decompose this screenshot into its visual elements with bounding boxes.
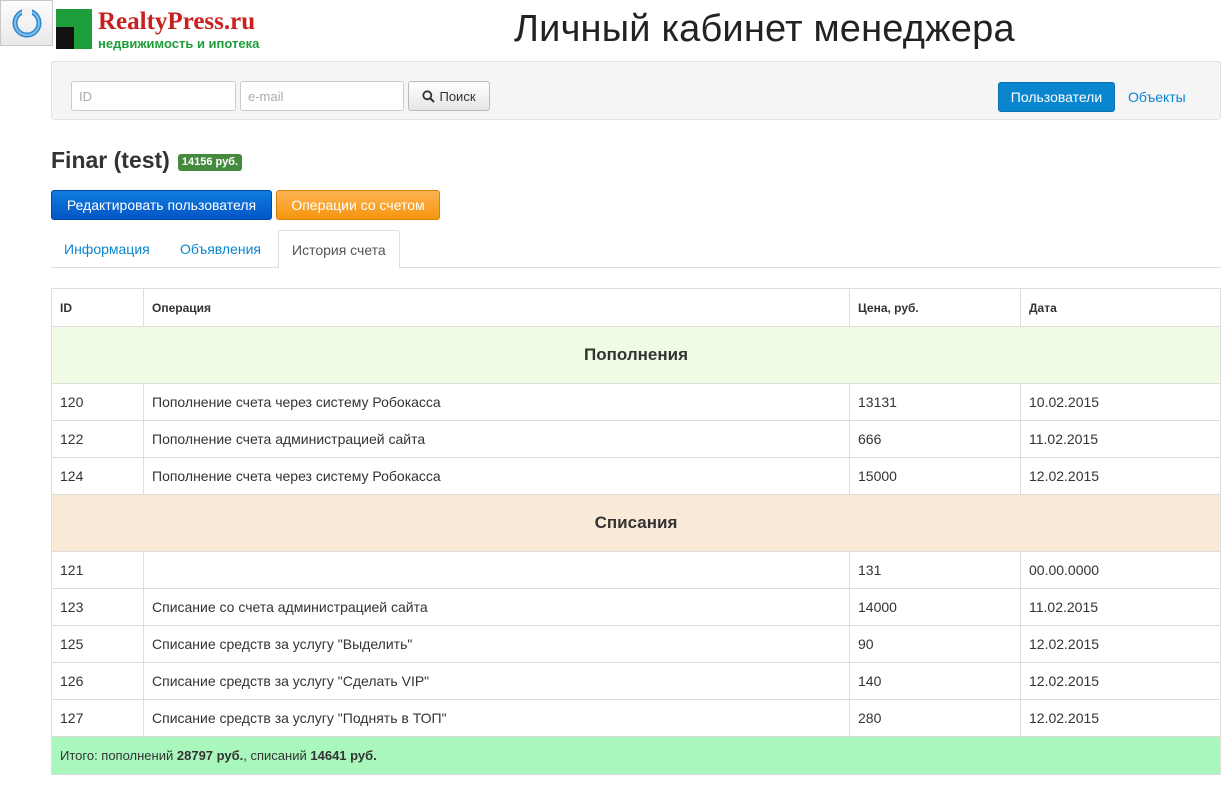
section-debits: Списания — [51, 494, 1221, 552]
cell-price: 280 — [849, 699, 1021, 737]
cell-date: 11.02.2015 — [1020, 420, 1221, 458]
table-row: 122 Пополнение счета администрацией сайт… — [51, 420, 1221, 458]
cell-date: 12.02.2015 — [1020, 625, 1221, 663]
id-search-input[interactable] — [71, 81, 236, 111]
cell-id: 122 — [51, 420, 144, 458]
column-header-operation: Операция — [143, 288, 850, 327]
cell-operation: Списание со счета администрацией сайта — [143, 588, 850, 626]
cell-date: 11.02.2015 — [1020, 588, 1221, 626]
total-debit-sum: 14641 руб. — [310, 748, 377, 763]
section-topups: Пополнения — [51, 326, 1221, 384]
cell-date: 12.02.2015 — [1020, 699, 1221, 737]
cell-price: 13131 — [849, 383, 1021, 421]
browser-app-icon[interactable] — [0, 0, 53, 46]
cell-price: 131 — [849, 551, 1021, 589]
table-header-row: ID Операция Цена, руб. Дата — [51, 288, 1221, 327]
user-name: Finar (test) — [51, 147, 170, 173]
tab-account-history[interactable]: История счета — [278, 230, 400, 269]
table-row: 125 Списание средств за услугу "Выделить… — [51, 625, 1221, 663]
column-header-date: Дата — [1020, 288, 1221, 327]
cell-price: 90 — [849, 625, 1021, 663]
search-button-label: Поиск — [439, 88, 476, 104]
cell-operation: Списание средств за услугу "Выделить" — [143, 625, 850, 663]
top-navbar: Поиск Пользователи Объекты — [51, 61, 1221, 120]
objects-nav-link[interactable]: Объекты — [1128, 89, 1186, 105]
logo-subtitle: недвижимость и ипотека — [98, 36, 260, 51]
table-row: 123 Списание со счета администрацией сай… — [51, 588, 1221, 626]
search-button[interactable]: Поиск — [408, 81, 490, 111]
search-icon — [422, 89, 436, 103]
cell-id: 125 — [51, 625, 144, 663]
table-row: 121 131 00.00.0000 — [51, 551, 1221, 589]
logo-title: RealtyPress.ru — [98, 8, 256, 35]
cell-price: 15000 — [849, 457, 1021, 495]
profile-tabs: Информация Объявления История счета — [51, 230, 1221, 269]
page-heading: Личный кабинет менеджера — [514, 8, 1015, 50]
cell-date: 00.00.0000 — [1020, 551, 1221, 589]
cell-price: 666 — [849, 420, 1021, 458]
cell-price: 140 — [849, 662, 1021, 700]
balance-badge: 14156 руб. — [177, 153, 243, 171]
cell-operation: Пополнение счета через систему Робокасса — [143, 383, 850, 421]
account-operations-button[interactable]: Операции со счетом — [276, 190, 440, 220]
email-search-input[interactable] — [240, 81, 404, 111]
total-row: Итого: пополнений 28797 руб., списаний 1… — [51, 736, 1221, 775]
table-row: 124 Пополнение счета через систему Робок… — [51, 457, 1221, 495]
column-header-price: Цена, руб. — [849, 288, 1021, 327]
cell-operation: Списание средств за услугу "Поднять в ТО… — [143, 699, 850, 737]
tab-information[interactable]: Информация — [51, 230, 163, 268]
cell-date: 12.02.2015 — [1020, 662, 1221, 700]
user-title: Finar (test) 14156 руб. — [51, 147, 243, 174]
logo-mark-icon — [56, 9, 92, 49]
cell-operation: Пополнение счета через систему Робокасса — [143, 457, 850, 495]
account-history-table: ID Операция Цена, руб. Дата Пополнения 1… — [51, 288, 1221, 775]
users-nav-button[interactable]: Пользователи — [998, 82, 1115, 112]
total-prefix: Итого: пополнений — [60, 748, 174, 763]
total-topup-sum: 28797 руб. — [176, 748, 244, 763]
cell-price: 14000 — [849, 588, 1021, 626]
cell-id: 120 — [51, 383, 144, 421]
cell-id: 123 — [51, 588, 144, 626]
cell-operation — [143, 551, 850, 589]
cell-operation: Списание средств за услугу "Сделать VIP" — [143, 662, 850, 700]
section-title-debits: Списания — [51, 494, 1221, 552]
tab-listings[interactable]: Объявления — [167, 230, 274, 268]
section-title-topups: Пополнения — [51, 326, 1221, 384]
cell-operation: Пополнение счета администрацией сайта — [143, 420, 850, 458]
table-row: 120 Пополнение счета через систему Робок… — [51, 383, 1221, 421]
table-row: 126 Списание средств за услугу "Сделать … — [51, 662, 1221, 700]
cell-id: 121 — [51, 551, 144, 589]
total-middle: , списаний — [243, 748, 307, 763]
total-summary: Итого: пополнений 28797 руб., списаний 1… — [51, 736, 1221, 775]
column-header-id: ID — [51, 288, 144, 327]
site-logo[interactable]: RealtyPress.ru недвижимость и ипотека — [56, 9, 259, 52]
refresh-icon — [12, 8, 41, 38]
cell-date: 10.02.2015 — [1020, 383, 1221, 421]
cell-id: 127 — [51, 699, 144, 737]
cell-id: 124 — [51, 457, 144, 495]
cell-date: 12.02.2015 — [1020, 457, 1221, 495]
edit-user-button[interactable]: Редактировать пользователя — [51, 190, 272, 220]
table-row: 127 Списание средств за услугу "Поднять … — [51, 699, 1221, 737]
cell-id: 126 — [51, 662, 144, 700]
